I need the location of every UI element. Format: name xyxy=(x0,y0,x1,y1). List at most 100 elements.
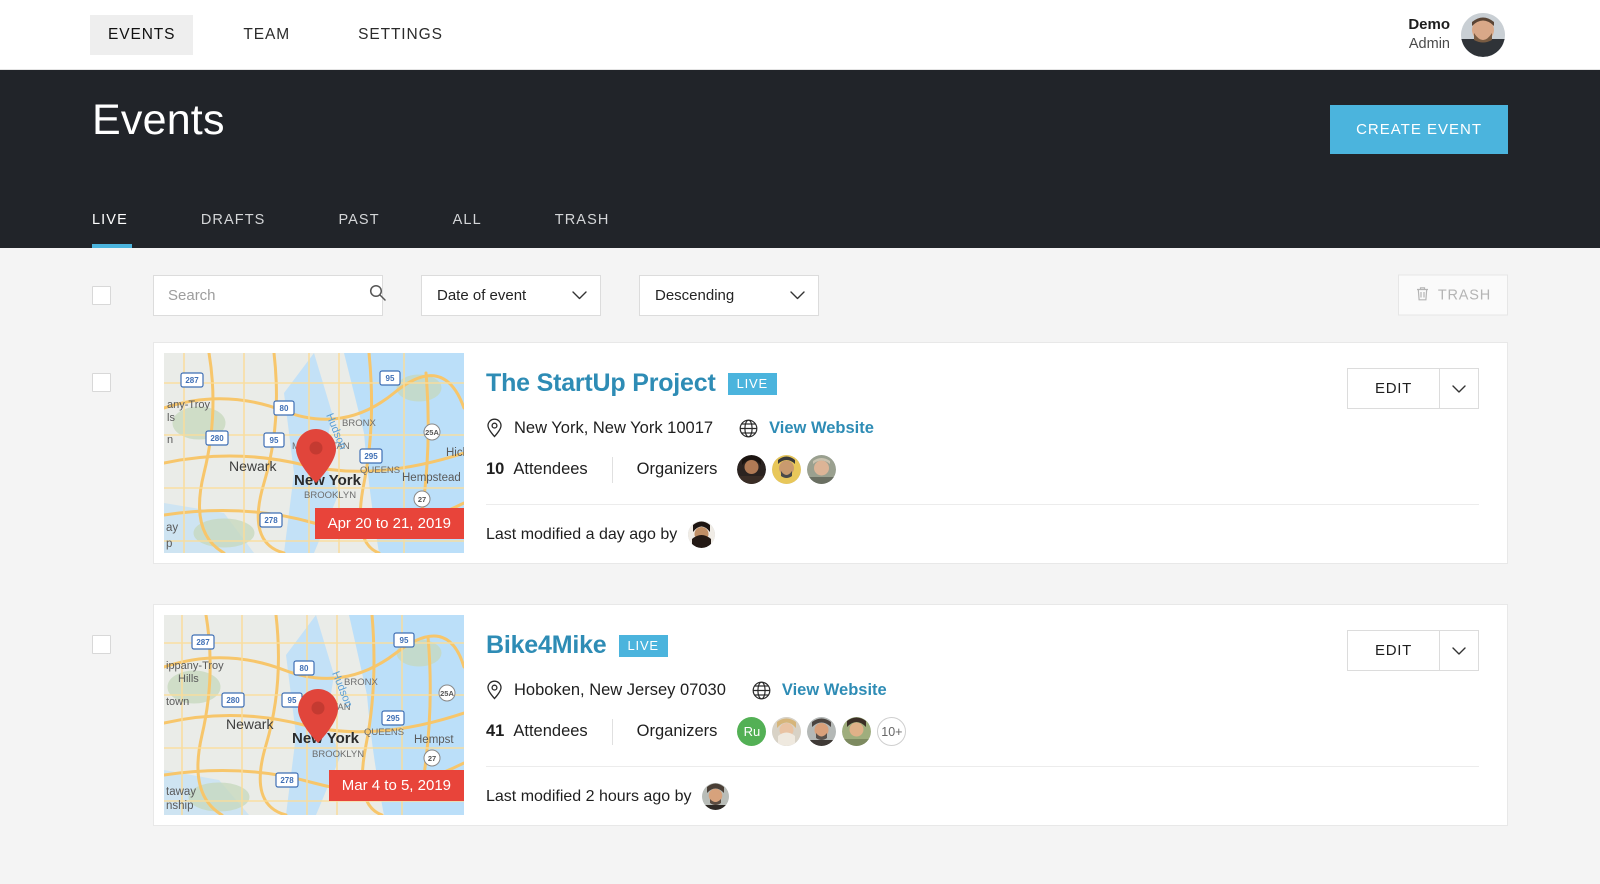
avatar[interactable] xyxy=(688,521,715,548)
search-field[interactable] xyxy=(153,275,383,316)
event-date-badge: Apr 20 to 21, 2019 xyxy=(315,508,464,539)
top-nav-items: EVENTS TEAM SETTINGS xyxy=(90,15,493,55)
create-event-button[interactable]: CREATE EVENT xyxy=(1330,105,1508,154)
user-role: Admin xyxy=(1408,35,1450,54)
svg-text:taway: taway xyxy=(166,786,196,798)
avatar[interactable] xyxy=(807,455,836,484)
svg-text:27: 27 xyxy=(418,495,426,504)
trash-action-button[interactable]: TRASH xyxy=(1398,275,1508,316)
event-map-thumbnail[interactable]: ippany-Troy Hills town Newark New York H… xyxy=(164,615,464,815)
svg-text:95: 95 xyxy=(270,436,279,445)
organizer-overflow-count[interactable]: 10+ xyxy=(877,717,906,746)
event-location-row: New York, New York 10017 View Website xyxy=(486,418,1479,438)
event-card-body: Bike4Mike LIVE Hoboken, New Jersey 07030 xyxy=(464,605,1507,825)
svg-text:p: p xyxy=(166,538,172,550)
svg-text:nship: nship xyxy=(166,800,194,812)
svg-text:QUEENS: QUEENS xyxy=(364,727,404,738)
svg-text:Hempstead: Hempstead xyxy=(402,472,461,484)
svg-text:80: 80 xyxy=(300,664,309,673)
search-icon xyxy=(369,284,386,306)
globe-icon xyxy=(752,681,771,700)
avatar[interactable] xyxy=(842,717,871,746)
page-header: Events CREATE EVENT LIVE DRAFTS PAST ALL… xyxy=(0,70,1600,248)
svg-text:BRONX: BRONX xyxy=(344,677,378,688)
view-website-link[interactable]: View Website xyxy=(782,681,887,700)
svg-text:QUEENS: QUEENS xyxy=(360,465,400,476)
avatar-initials[interactable]: Ru xyxy=(737,717,766,746)
last-modified-text: Last modified 2 hours ago by xyxy=(486,788,691,806)
event-select-checkbox[interactable] xyxy=(92,635,111,654)
svg-text:ls: ls xyxy=(167,412,175,424)
avatar[interactable] xyxy=(737,455,766,484)
attendees-count: 41 xyxy=(486,722,504,741)
divider xyxy=(486,504,1479,505)
trash-icon xyxy=(1415,285,1430,305)
event-title[interactable]: Bike4Mike xyxy=(486,631,607,660)
avatar[interactable] xyxy=(807,717,836,746)
svg-text:278: 278 xyxy=(264,516,278,525)
svg-text:95: 95 xyxy=(288,696,297,705)
nav-tab-events[interactable]: EVENTS xyxy=(90,15,193,55)
svg-text:280: 280 xyxy=(210,434,224,443)
event-location: New York, New York 10017 xyxy=(514,419,713,438)
nav-tab-settings[interactable]: SETTINGS xyxy=(340,15,461,55)
status-badge: LIVE xyxy=(619,635,668,657)
edit-button[interactable]: EDIT xyxy=(1348,369,1439,408)
tab-trash[interactable]: TRASH xyxy=(555,212,610,248)
user-name: Demo xyxy=(1408,15,1450,35)
search-input[interactable] xyxy=(166,286,369,305)
event-card: any-Troy ls n Newark New York MANHATTAN … xyxy=(153,342,1508,564)
svg-text:95: 95 xyxy=(386,374,395,383)
view-website-link[interactable]: View Website xyxy=(769,419,874,438)
svg-text:ippany-Troy: ippany-Troy xyxy=(166,660,224,672)
svg-text:Hills: Hills xyxy=(178,673,199,685)
globe-icon xyxy=(739,419,758,438)
attendees-label: Attendees xyxy=(513,460,587,479)
svg-text:25A: 25A xyxy=(440,689,454,698)
svg-text:Hick: Hick xyxy=(446,447,464,459)
trash-button-label: TRASH xyxy=(1438,287,1491,303)
svg-text:town: town xyxy=(166,696,189,708)
avatar[interactable] xyxy=(1461,13,1505,57)
event-title-row: The StartUp Project LIVE xyxy=(486,369,1479,398)
svg-text:any-Troy: any-Troy xyxy=(167,399,210,411)
last-modified-text: Last modified a day ago by xyxy=(486,526,677,544)
attendees-label: Attendees xyxy=(513,722,587,741)
svg-text:BRONX: BRONX xyxy=(342,418,376,429)
avatar[interactable] xyxy=(772,455,801,484)
edit-dropdown-toggle[interactable] xyxy=(1439,631,1478,670)
svg-text:95: 95 xyxy=(400,636,409,645)
svg-text:Hempst: Hempst xyxy=(414,734,454,746)
sort-order-select[interactable]: Descending xyxy=(639,275,819,316)
chevron-down-icon xyxy=(572,287,587,304)
event-select-checkbox[interactable] xyxy=(92,373,111,392)
sort-field-value: Date of event xyxy=(437,287,526,304)
edit-button[interactable]: EDIT xyxy=(1348,631,1439,670)
svg-text:27: 27 xyxy=(428,754,436,763)
divider xyxy=(486,766,1479,767)
main-content: Date of event Descending TRA xyxy=(0,248,1600,826)
svg-text:Newark: Newark xyxy=(229,458,277,474)
organizer-avatars: Ru xyxy=(737,717,906,746)
user-profile-menu[interactable]: Demo Admin xyxy=(1408,13,1505,57)
svg-text:n: n xyxy=(167,434,173,446)
user-info: Demo Admin xyxy=(1408,15,1450,54)
tab-past[interactable]: PAST xyxy=(338,212,379,248)
avatar[interactable] xyxy=(772,717,801,746)
avatar[interactable] xyxy=(702,783,729,810)
location-pin-icon xyxy=(486,418,503,438)
tab-drafts[interactable]: DRAFTS xyxy=(201,212,266,248)
list-toolbar: Date of event Descending TRA xyxy=(0,248,1600,342)
sort-field-select[interactable]: Date of event xyxy=(421,275,601,316)
event-title[interactable]: The StartUp Project xyxy=(486,369,716,398)
nav-tab-team[interactable]: TEAM xyxy=(225,15,308,55)
select-all-checkbox[interactable] xyxy=(92,286,111,305)
tab-live[interactable]: LIVE xyxy=(92,212,128,248)
event-map-thumbnail[interactable]: any-Troy ls n Newark New York MANHATTAN … xyxy=(164,353,464,553)
location-pin-icon xyxy=(486,680,503,700)
svg-text:ay: ay xyxy=(166,522,178,534)
svg-text:280: 280 xyxy=(226,696,240,705)
tab-all[interactable]: ALL xyxy=(453,212,482,248)
edit-dropdown-toggle[interactable] xyxy=(1439,369,1478,408)
event-list-item: ippany-Troy Hills town Newark New York H… xyxy=(0,604,1600,826)
